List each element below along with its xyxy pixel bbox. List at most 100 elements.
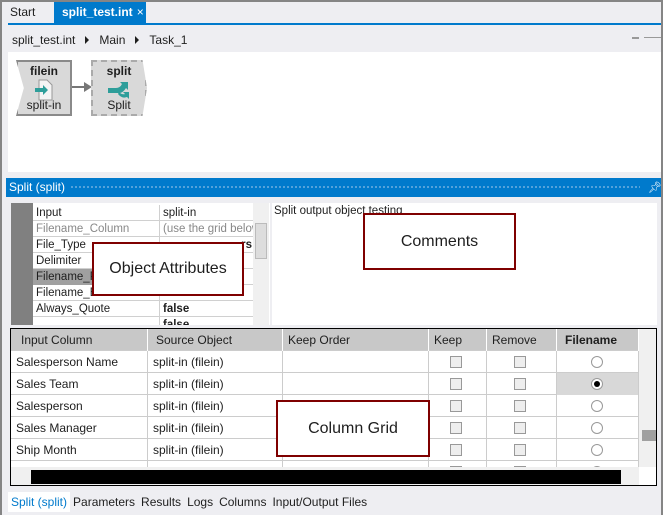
attributes-scrollbar[interactable] <box>253 203 269 325</box>
table-row[interactable]: Salesperson Name split-in (filein) <box>11 351 639 373</box>
cell-keep <box>429 395 487 417</box>
cell-keep <box>429 351 487 373</box>
filename-radio[interactable] <box>591 400 603 412</box>
cell-filename <box>557 351 639 373</box>
cell-input-column: Sales Team <box>11 373 148 395</box>
filename-radio[interactable] <box>591 444 603 456</box>
chevron-right-icon <box>135 36 140 44</box>
breadcrumb: split_test.int Main Task_1 <box>12 33 187 47</box>
cell-keep-order[interactable] <box>283 373 429 395</box>
annotation-comments: Comments <box>363 213 516 270</box>
tab-start[interactable]: Start <box>2 2 54 23</box>
attribute-value[interactable]: (use the grid below <box>161 221 254 237</box>
column-header[interactable]: Input Column <box>11 329 148 351</box>
remove-checkbox[interactable] <box>514 356 526 368</box>
column-header[interactable]: Filename <box>557 329 639 351</box>
breadcrumb-item[interactable]: Task_1 <box>149 33 187 47</box>
panel-grip[interactable] <box>70 185 640 190</box>
attribute-value[interactable]: false <box>161 301 254 317</box>
keep-checkbox[interactable] <box>450 400 462 412</box>
attribute-value[interactable]: false <box>161 317 254 325</box>
cell-keep <box>429 373 487 395</box>
keep-checkbox[interactable] <box>450 444 462 456</box>
node-split[interactable]: split Split <box>91 60 147 116</box>
annotation-object-attributes: Object Attributes <box>92 242 244 296</box>
breadcrumb-item[interactable]: Main <box>99 33 125 47</box>
column-header[interactable]: Keep Order <box>283 329 429 351</box>
table-row[interactable]: Sales Team split-in (filein) <box>11 373 639 395</box>
scrollbar-thumb[interactable] <box>31 470 621 484</box>
tab-logs[interactable]: Logs <box>184 492 216 512</box>
cell-remove <box>487 351 557 373</box>
minimize-icon[interactable] <box>632 37 639 39</box>
cell-remove <box>487 439 557 461</box>
panel-title: Split (split) <box>9 180 66 194</box>
grid-vertical-scrollbar[interactable] <box>639 329 656 467</box>
filename-radio[interactable] <box>591 378 603 390</box>
annotation-column-grid: Column Grid <box>276 400 430 457</box>
workflow-canvas[interactable]: filein split-in split Split <box>8 52 661 172</box>
cell-keep <box>429 417 487 439</box>
pin-icon[interactable]: 📌︎ <box>648 181 662 194</box>
node-name: Split <box>107 98 131 112</box>
remove-checkbox[interactable] <box>514 400 526 412</box>
attribute-value[interactable]: split-in <box>161 205 254 221</box>
tab-parameters[interactable]: Parameters <box>70 492 138 512</box>
attribute-row[interactable]: Filename_Column (use the grid below <box>33 221 254 237</box>
scrollbar-thumb[interactable] <box>255 223 267 259</box>
node-type: split <box>106 64 132 78</box>
scrollbar-thumb[interactable] <box>642 430 656 441</box>
remove-checkbox[interactable] <box>514 444 526 456</box>
column-header[interactable]: Source Object <box>148 329 283 351</box>
node-filein[interactable]: filein split-in <box>16 60 72 116</box>
splitter-line <box>644 37 661 38</box>
cell-source-object: split-in (filein) <box>148 373 283 395</box>
tab-bar: Start split_test.int × <box>2 2 661 23</box>
cell-remove <box>487 395 557 417</box>
attribute-row[interactable]: false <box>33 317 253 325</box>
attribute-name: Filename_Column <box>33 221 160 237</box>
attribute-name <box>33 317 160 325</box>
filename-radio[interactable] <box>591 356 603 368</box>
cell-filename <box>557 395 639 417</box>
column-header[interactable]: Remove <box>487 329 557 351</box>
tab-split-test[interactable]: split_test.int × <box>54 2 146 23</box>
cell-filename <box>557 417 639 439</box>
keep-checkbox[interactable] <box>450 422 462 434</box>
cell-filename <box>557 373 639 395</box>
cell-source-object: split-in (filein) <box>148 417 283 439</box>
cell-remove <box>487 417 557 439</box>
cell-filename <box>557 439 639 461</box>
column-header[interactable]: Keep <box>429 329 487 351</box>
cell-remove <box>487 373 557 395</box>
cell-input-column: Sales Manager <box>11 417 148 439</box>
tab-split[interactable]: Split (split) <box>8 492 71 512</box>
attribute-row[interactable]: Input split-in <box>33 205 253 221</box>
attribute-name: Input <box>33 205 160 221</box>
attribute-row[interactable]: Always_Quote false <box>33 301 253 317</box>
attribute-name: Always_Quote <box>33 301 160 317</box>
filename-radio[interactable] <box>591 422 603 434</box>
cell-source-object: split-in (filein) <box>148 395 283 417</box>
cell-input-column: Ship Month <box>11 439 148 461</box>
row-header-strip <box>11 203 33 325</box>
tab-input-output-files[interactable]: Input/Output Files <box>269 492 370 512</box>
bottom-tab-bar: Split (split) Parameters Results Logs Co… <box>8 492 370 512</box>
cell-input-column: Salesperson Name <box>11 351 148 373</box>
cell-keep-order[interactable] <box>283 351 429 373</box>
grid-header-row: Input Column Source Object Keep Order Ke… <box>11 329 639 351</box>
keep-checkbox[interactable] <box>450 378 462 390</box>
keep-checkbox[interactable] <box>450 356 462 368</box>
remove-checkbox[interactable] <box>514 422 526 434</box>
tab-underline <box>8 23 661 25</box>
remove-checkbox[interactable] <box>514 378 526 390</box>
tab-results[interactable]: Results <box>138 492 184 512</box>
tab-label: Start <box>10 5 36 19</box>
node-type: filein <box>29 64 58 78</box>
cell-source-object: split-in (filein) <box>148 439 283 461</box>
breadcrumb-item[interactable]: split_test.int <box>12 33 75 47</box>
tab-columns[interactable]: Columns <box>216 492 269 512</box>
tab-label: split_test.int <box>62 5 133 19</box>
cell-input-column: Salesperson <box>11 395 148 417</box>
close-icon[interactable]: × <box>137 5 144 19</box>
